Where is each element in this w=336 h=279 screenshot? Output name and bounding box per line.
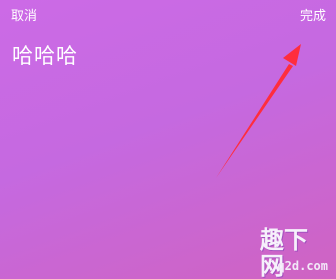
watermark-logo: 趣下网 q2d.com xyxy=(260,227,330,279)
top-bar: 取消 完成 xyxy=(0,0,336,34)
cancel-button[interactable]: 取消 xyxy=(11,8,37,26)
note-text[interactable]: 哈哈哈 xyxy=(12,42,78,70)
watermark-domain: q2d.com xyxy=(277,259,328,273)
done-button[interactable]: 完成 xyxy=(300,8,326,26)
